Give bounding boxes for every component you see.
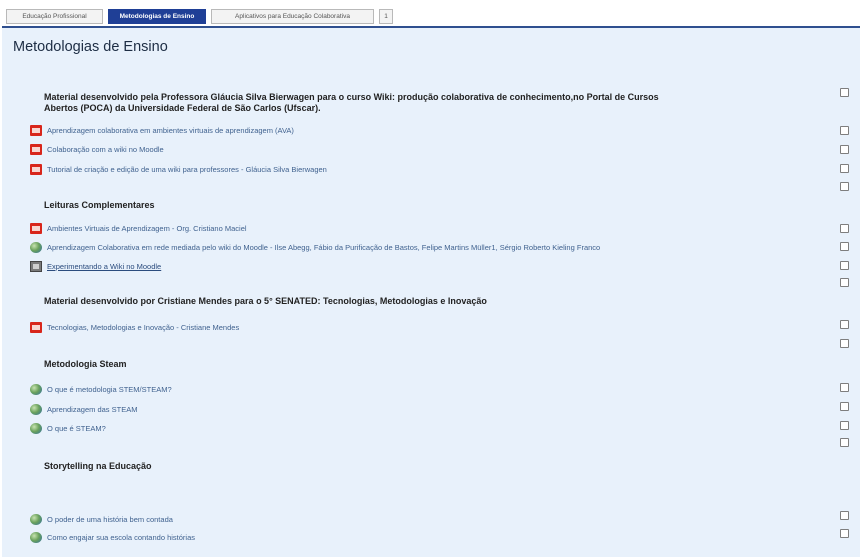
list-item[interactable]: Aprendizagem das STEAM (30, 402, 137, 416)
completion-checkbox[interactable] (840, 145, 849, 154)
completion-checkbox[interactable] (840, 164, 849, 173)
completion-checkbox[interactable] (840, 182, 849, 191)
completion-checkbox[interactable] (840, 261, 849, 270)
section-title-material-glaucia: Material desenvolvido pela Professora Gl… (44, 92, 659, 114)
tab-educacao-profissional[interactable]: Educação Profissional (6, 9, 103, 24)
resource-link[interactable]: Aprendizagem das STEAM (47, 405, 137, 414)
completion-checkbox[interactable] (840, 242, 849, 251)
completion-checkbox[interactable] (840, 421, 849, 430)
pdf-icon (30, 124, 42, 136)
tab-metodologias-de-ensino[interactable]: Metodologias de Ensino (108, 9, 206, 24)
pdf-icon (30, 143, 42, 155)
resource-link[interactable]: Aprendizagem Colaborativa em rede mediad… (47, 243, 600, 252)
completion-checkbox[interactable] (840, 320, 849, 329)
list-item[interactable]: Aprendizagem colaborativa em ambientes v… (30, 123, 294, 137)
resource-link[interactable]: O poder de uma história bem contada (47, 515, 173, 524)
resource-link[interactable]: Colaboração com a wiki no Moodle (47, 145, 164, 154)
list-item[interactable]: Como engajar sua escola contando históri… (30, 530, 195, 544)
image-icon (30, 260, 42, 272)
section-title-steam: Metodologia Steam (44, 359, 127, 369)
pdf-icon (30, 222, 42, 234)
resource-link[interactable]: Ambientes Virtuais de Aprendizagem - Org… (47, 224, 247, 233)
tab-bar: Educação Profissional Metodologias de En… (0, 0, 863, 26)
completion-checkbox[interactable] (840, 88, 849, 97)
list-item[interactable]: Ambientes Virtuais de Aprendizagem - Org… (30, 221, 247, 235)
section-title-cristiane: Material desenvolvido por Cristiane Mend… (44, 296, 487, 306)
globe-icon (30, 422, 42, 434)
completion-checkbox[interactable] (840, 438, 849, 447)
resource-link[interactable]: O que é metodologia STEM/STEAM? (47, 385, 172, 394)
resource-link[interactable]: Tecnologias, Metodologias e Inovação - C… (47, 323, 239, 332)
globe-icon (30, 531, 42, 543)
list-item[interactable]: Aprendizagem Colaborativa em rede mediad… (30, 240, 600, 254)
list-item[interactable]: Tecnologias, Metodologias e Inovação - C… (30, 320, 239, 334)
resource-link[interactable]: Como engajar sua escola contando históri… (47, 533, 195, 542)
list-item[interactable]: O poder de uma história bem contada (30, 512, 173, 526)
list-item[interactable]: Colaboração com a wiki no Moodle (30, 142, 164, 156)
list-item[interactable]: O que é metodologia STEM/STEAM? (30, 382, 172, 396)
globe-icon (30, 403, 42, 415)
section-title-storytelling: Storytelling na Educação (44, 461, 152, 471)
section-title-leituras: Leituras Complementares (44, 200, 155, 210)
section-title-line: Material desenvolvido pela Professora Gl… (44, 92, 659, 102)
completion-checkbox[interactable] (840, 511, 849, 520)
globe-icon (30, 383, 42, 395)
tab-1[interactable]: 1 (379, 9, 393, 24)
tab-aplicativos[interactable]: Aplicativos para Educação Colaborativa (211, 9, 374, 24)
resource-link[interactable]: Aprendizagem colaborativa em ambientes v… (47, 126, 294, 135)
list-item[interactable]: Experimentando a Wiki no Moodle (30, 259, 161, 273)
resource-link[interactable]: Experimentando a Wiki no Moodle (47, 262, 161, 271)
completion-checkbox[interactable] (840, 529, 849, 538)
completion-checkbox[interactable] (840, 278, 849, 287)
completion-checkbox[interactable] (840, 339, 849, 348)
globe-icon (30, 241, 42, 253)
pdf-icon (30, 163, 42, 175)
section-title-line: Abertos (POCA) da Universidade Federal d… (44, 103, 321, 113)
list-item[interactable]: O que é STEAM? (30, 421, 106, 435)
globe-icon (30, 513, 42, 525)
content-panel: Metodologias de Ensino Material desenvol… (2, 26, 860, 557)
completion-checkbox[interactable] (840, 383, 849, 392)
resource-link[interactable]: O que é STEAM? (47, 424, 106, 433)
list-item[interactable]: Tutorial de criação e edição de uma wiki… (30, 162, 327, 176)
pdf-icon (30, 321, 42, 333)
completion-checkbox[interactable] (840, 126, 849, 135)
completion-checkbox[interactable] (840, 224, 849, 233)
completion-checkbox[interactable] (840, 402, 849, 411)
page-title: Metodologias de Ensino (13, 39, 168, 55)
resource-link[interactable]: Tutorial de criação e edição de uma wiki… (47, 165, 327, 174)
